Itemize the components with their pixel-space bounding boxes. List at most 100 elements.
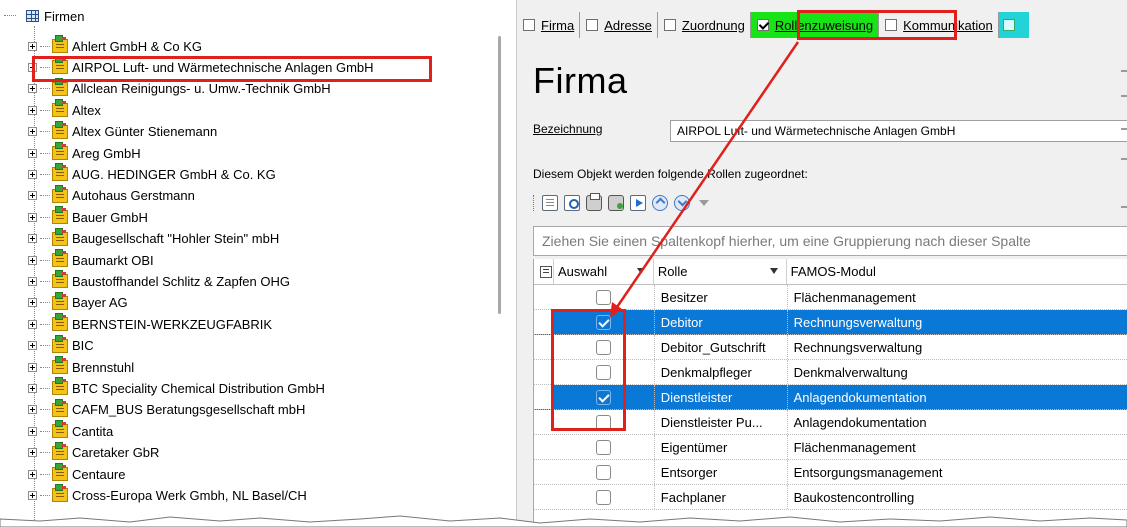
expand-plus-icon[interactable]: [28, 84, 37, 94]
tree-item[interactable]: Cross-Europa Werk Gmbh, NL Basel/CH: [28, 484, 307, 505]
column-header-famos-modul[interactable]: FAMOS-Modul: [787, 259, 1127, 284]
group-by-area[interactable]: Ziehen Sie einen Spaltenkopf hierher, um…: [533, 226, 1127, 256]
expand-plus-icon[interactable]: [28, 319, 37, 329]
rolle-cell: Denkmalpfleger: [653, 360, 787, 384]
row-indicator[interactable]: [534, 460, 554, 484]
tab-zuordnung[interactable]: Zuordnung: [658, 12, 751, 38]
grid-toolbar: [533, 193, 718, 213]
expand-plus-icon[interactable]: [28, 383, 37, 393]
column-header-auswahl[interactable]: Auswahl: [554, 259, 654, 284]
row-indicator[interactable]: [534, 485, 554, 509]
expand-plus-icon[interactable]: [28, 490, 37, 500]
tree-scrollbar[interactable]: [498, 36, 501, 314]
toolbar-grip[interactable]: [533, 195, 536, 211]
company-icon: [52, 249, 68, 267]
tree-item-label: BIC: [72, 338, 94, 354]
tree-item[interactable]: Bauer GmbH: [28, 206, 148, 227]
tree-item[interactable]: CAFM_BUS Beratungsgesellschaft mbH: [28, 398, 305, 420]
expand-plus-icon[interactable]: [28, 255, 37, 265]
tree-item-label: Altex: [72, 102, 101, 118]
tree-root-firmen[interactable]: Firmen: [4, 6, 84, 26]
tree-item[interactable]: Baumarkt OBI: [28, 249, 154, 270]
tree-item[interactable]: Brennstuhl: [28, 356, 134, 377]
tree-item[interactable]: BTC Speciality Chemical Distribution Gmb…: [28, 377, 325, 398]
tree-connector: [40, 45, 50, 47]
tree-item[interactable]: Ahlert GmbH & Co KG: [28, 35, 202, 56]
tree-item[interactable]: Altex Günter Stienemann: [28, 120, 217, 142]
auswahl-cell[interactable]: [554, 485, 654, 509]
expand-all-icon[interactable]: [652, 195, 668, 211]
edge-mark: [1121, 70, 1127, 72]
company-icon: [52, 398, 68, 417]
print-settings-icon[interactable]: [608, 195, 624, 211]
tree-item[interactable]: Cantita: [28, 420, 113, 441]
tree-item[interactable]: Areg GmbH: [28, 142, 141, 163]
expand-plus-icon[interactable]: [28, 212, 37, 222]
auswahl-cell[interactable]: [554, 285, 654, 309]
row-checkbox[interactable]: [596, 289, 612, 305]
expand-plus-icon[interactable]: [28, 276, 37, 286]
expand-plus-icon[interactable]: [28, 469, 37, 479]
print-icon[interactable]: [586, 193, 602, 211]
document-icon[interactable]: [542, 195, 558, 211]
tree-item[interactable]: Bayer AG: [28, 291, 128, 313]
row-checkbox[interactable]: [596, 464, 612, 480]
export-icon[interactable]: [630, 195, 646, 211]
modul-cell: Anlagendokumentation: [786, 385, 1127, 409]
roles-caption: Diesem Objekt werden folgende Rollen zug…: [533, 167, 808, 181]
expand-plus-icon[interactable]: [28, 405, 37, 415]
tab-firma[interactable]: Firma: [517, 12, 581, 38]
expand-plus-icon[interactable]: [28, 298, 37, 308]
filter-icon[interactable]: [696, 195, 712, 211]
tree-item[interactable]: Baugesellschaft "Hohler Stein" mbH: [28, 227, 279, 249]
tree-item[interactable]: Baustoffhandel Schlitz & Zapfen OHG: [28, 270, 290, 291]
column-header-label: FAMOS-Modul: [790, 264, 876, 279]
expand-plus-icon[interactable]: [28, 362, 37, 372]
column-header-rolle[interactable]: Rolle: [654, 259, 787, 284]
auswahl-cell[interactable]: [554, 460, 654, 484]
tree-item[interactable]: Altex: [28, 99, 101, 120]
expand-plus-icon[interactable]: [28, 234, 37, 244]
tree-connector: [40, 195, 50, 197]
row-checkbox[interactable]: [596, 489, 612, 505]
tab-overflow[interactable]: [998, 12, 1029, 38]
tree-item[interactable]: BERNSTEIN-WERKZEUGFABRIK: [28, 313, 272, 334]
page-title: Firma: [533, 60, 628, 101]
filter-funnel-icon[interactable]: [769, 268, 778, 274]
table-row[interactable]: Fachplaner Baukostencontrolling: [534, 485, 1127, 510]
expand-plus-icon[interactable]: [28, 191, 37, 201]
collapse-all-icon[interactable]: [674, 195, 690, 211]
modul-cell: Flächenmanagement: [786, 285, 1127, 309]
expand-plus-icon[interactable]: [28, 41, 37, 51]
row-indicator[interactable]: [534, 285, 554, 309]
column-chooser[interactable]: [534, 259, 554, 284]
filter-funnel-icon[interactable]: [636, 268, 645, 274]
expand-plus-icon[interactable]: [28, 127, 37, 137]
row-indicator[interactable]: [534, 435, 554, 459]
expand-plus-icon[interactable]: [28, 426, 37, 436]
tree-connector: [40, 280, 50, 282]
print-preview-icon[interactable]: [564, 195, 580, 211]
auswahl-cell[interactable]: [554, 435, 654, 459]
tree-item[interactable]: AUG. HEDINGER GmbH & Co. KG: [28, 163, 276, 184]
table-row[interactable]: Besitzer Flächenmanagement: [534, 285, 1127, 310]
expand-plus-icon[interactable]: [28, 448, 37, 458]
tree-item[interactable]: BIC: [28, 334, 94, 356]
bezeichnung-field[interactable]: AIRPOL Luft- und Wärmetechnische Anlagen…: [670, 120, 1127, 142]
expand-plus-icon[interactable]: [28, 169, 37, 179]
tab-adresse[interactable]: Adresse: [580, 12, 658, 38]
table-row[interactable]: Entsorger Entsorgungsmanagement: [534, 460, 1127, 485]
row-checkbox[interactable]: [596, 439, 612, 455]
company-icon: [52, 184, 68, 203]
table-row[interactable]: Eigentümer Flächenmanagement: [534, 435, 1127, 460]
expand-plus-icon[interactable]: [28, 148, 37, 158]
tree-item[interactable]: Autohaus Gerstmann: [28, 184, 195, 206]
tree-connector: [40, 323, 50, 325]
tree-connector: [40, 131, 50, 133]
expand-plus-icon[interactable]: [28, 341, 37, 351]
tab-checkbox: [663, 19, 676, 31]
tree-item[interactable]: Centaure: [28, 463, 125, 484]
tree-item[interactable]: Caretaker GbR: [28, 441, 159, 463]
tree-connector: [40, 88, 50, 90]
expand-plus-icon[interactable]: [28, 105, 37, 115]
